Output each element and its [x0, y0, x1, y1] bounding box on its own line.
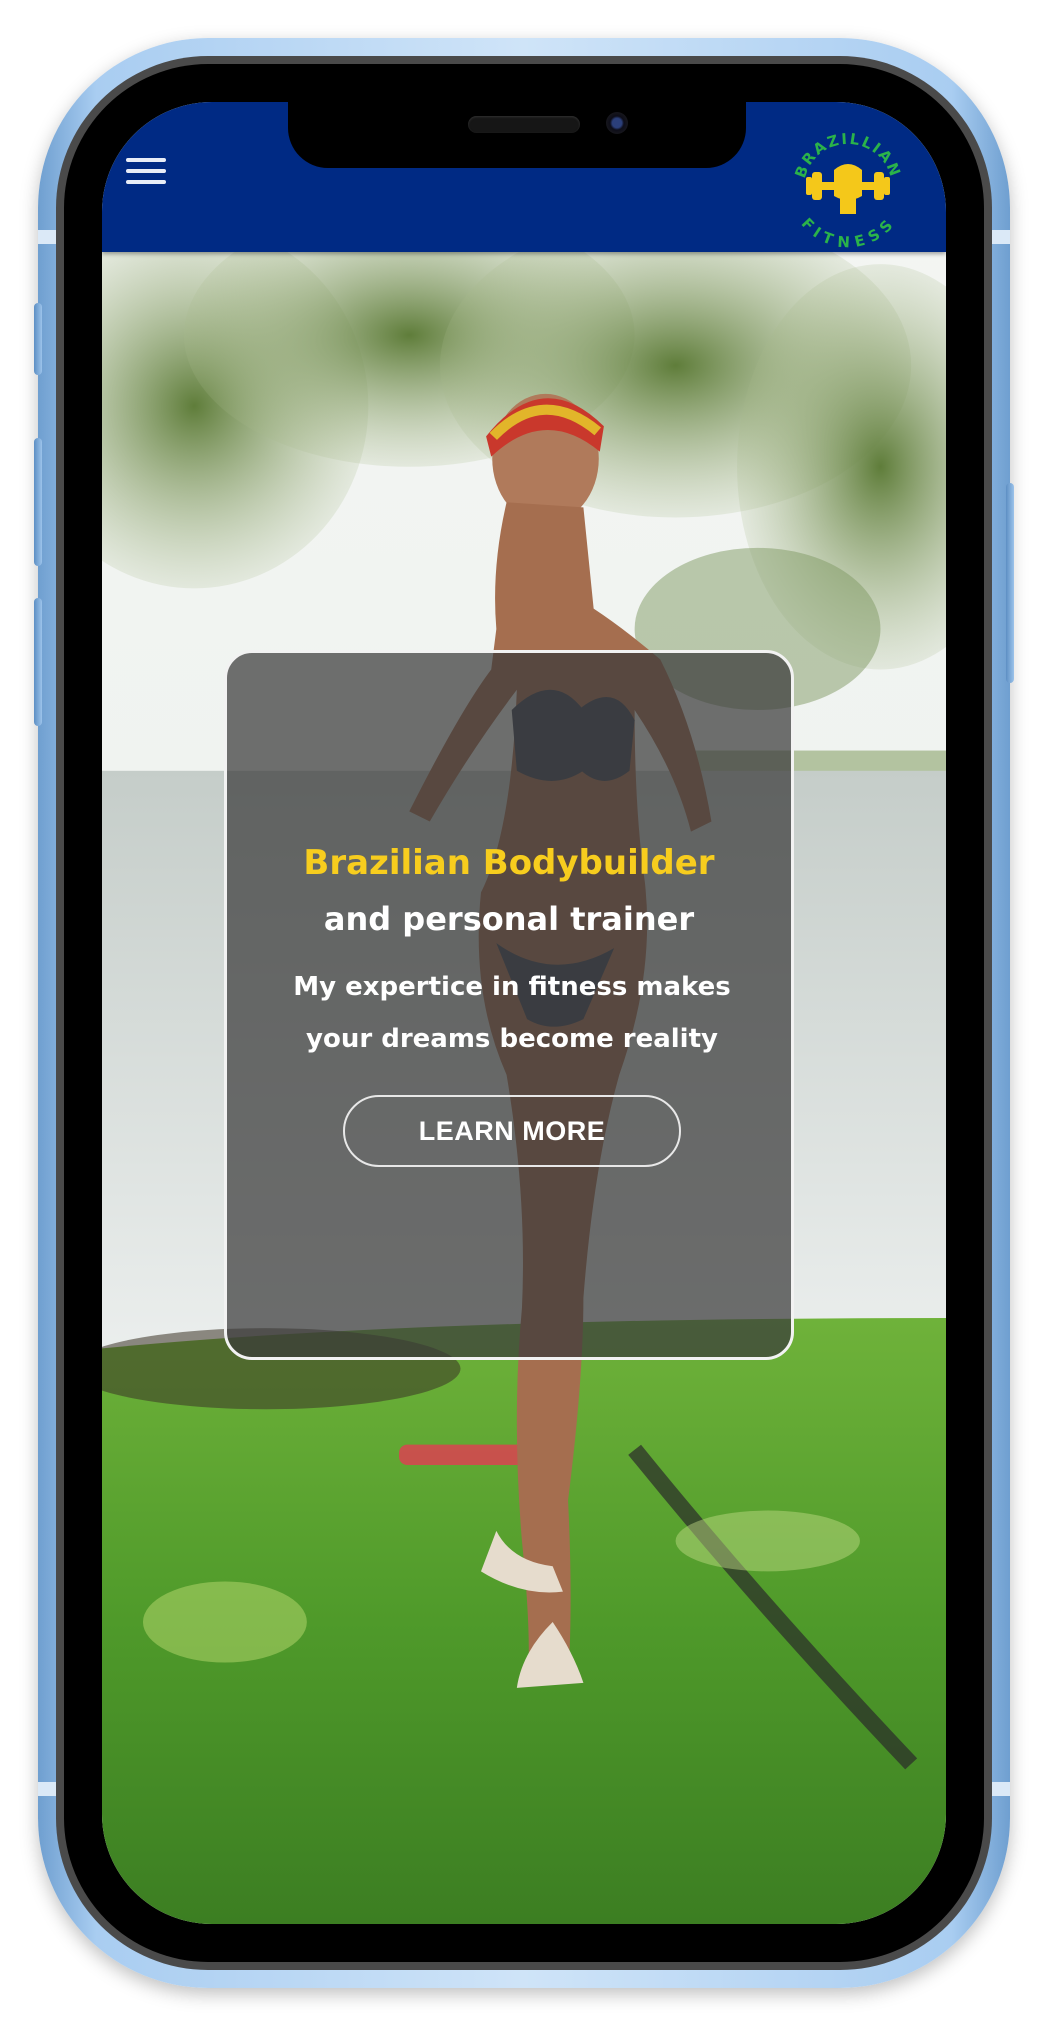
- phone-frame: BRAZILLIAN FITNESS Brazilian Bodybuilder…: [34, 38, 1014, 1988]
- brand-logo[interactable]: BRAZILLIAN FITNESS: [784, 124, 912, 252]
- menu-button[interactable]: [126, 158, 166, 190]
- hamburger-menu-icon-line: [126, 180, 166, 184]
- power-button: [1006, 483, 1014, 683]
- silent-switch: [34, 303, 42, 375]
- volume-down-button: [34, 598, 42, 726]
- volume-up-button: [34, 438, 42, 566]
- hamburger-menu-icon-line: [126, 158, 166, 162]
- svg-text:FITNESS: FITNESS: [798, 214, 899, 251]
- fist-dumbbell-icon: [806, 164, 890, 214]
- learn-more-button[interactable]: LEARN MORE: [343, 1095, 681, 1167]
- device-notch: [288, 102, 746, 168]
- hero-subtitle: and personal trainer: [323, 900, 695, 938]
- phone-bezel-outer: BRAZILLIAN FITNESS Brazilian Bodybuilder…: [56, 56, 992, 1970]
- phone-screen: BRAZILLIAN FITNESS Brazilian Bodybuilder…: [102, 102, 946, 1924]
- phone-bezel: BRAZILLIAN FITNESS Brazilian Bodybuilder…: [64, 64, 984, 1962]
- hero-card: Brazilian Bodybuilder and personal train…: [224, 650, 794, 1360]
- hamburger-menu-icon-line: [126, 169, 166, 173]
- hero-description: My expertice in fitness makes your dream…: [293, 972, 731, 1054]
- hero-title: Brazilian Bodybuilder: [303, 843, 715, 883]
